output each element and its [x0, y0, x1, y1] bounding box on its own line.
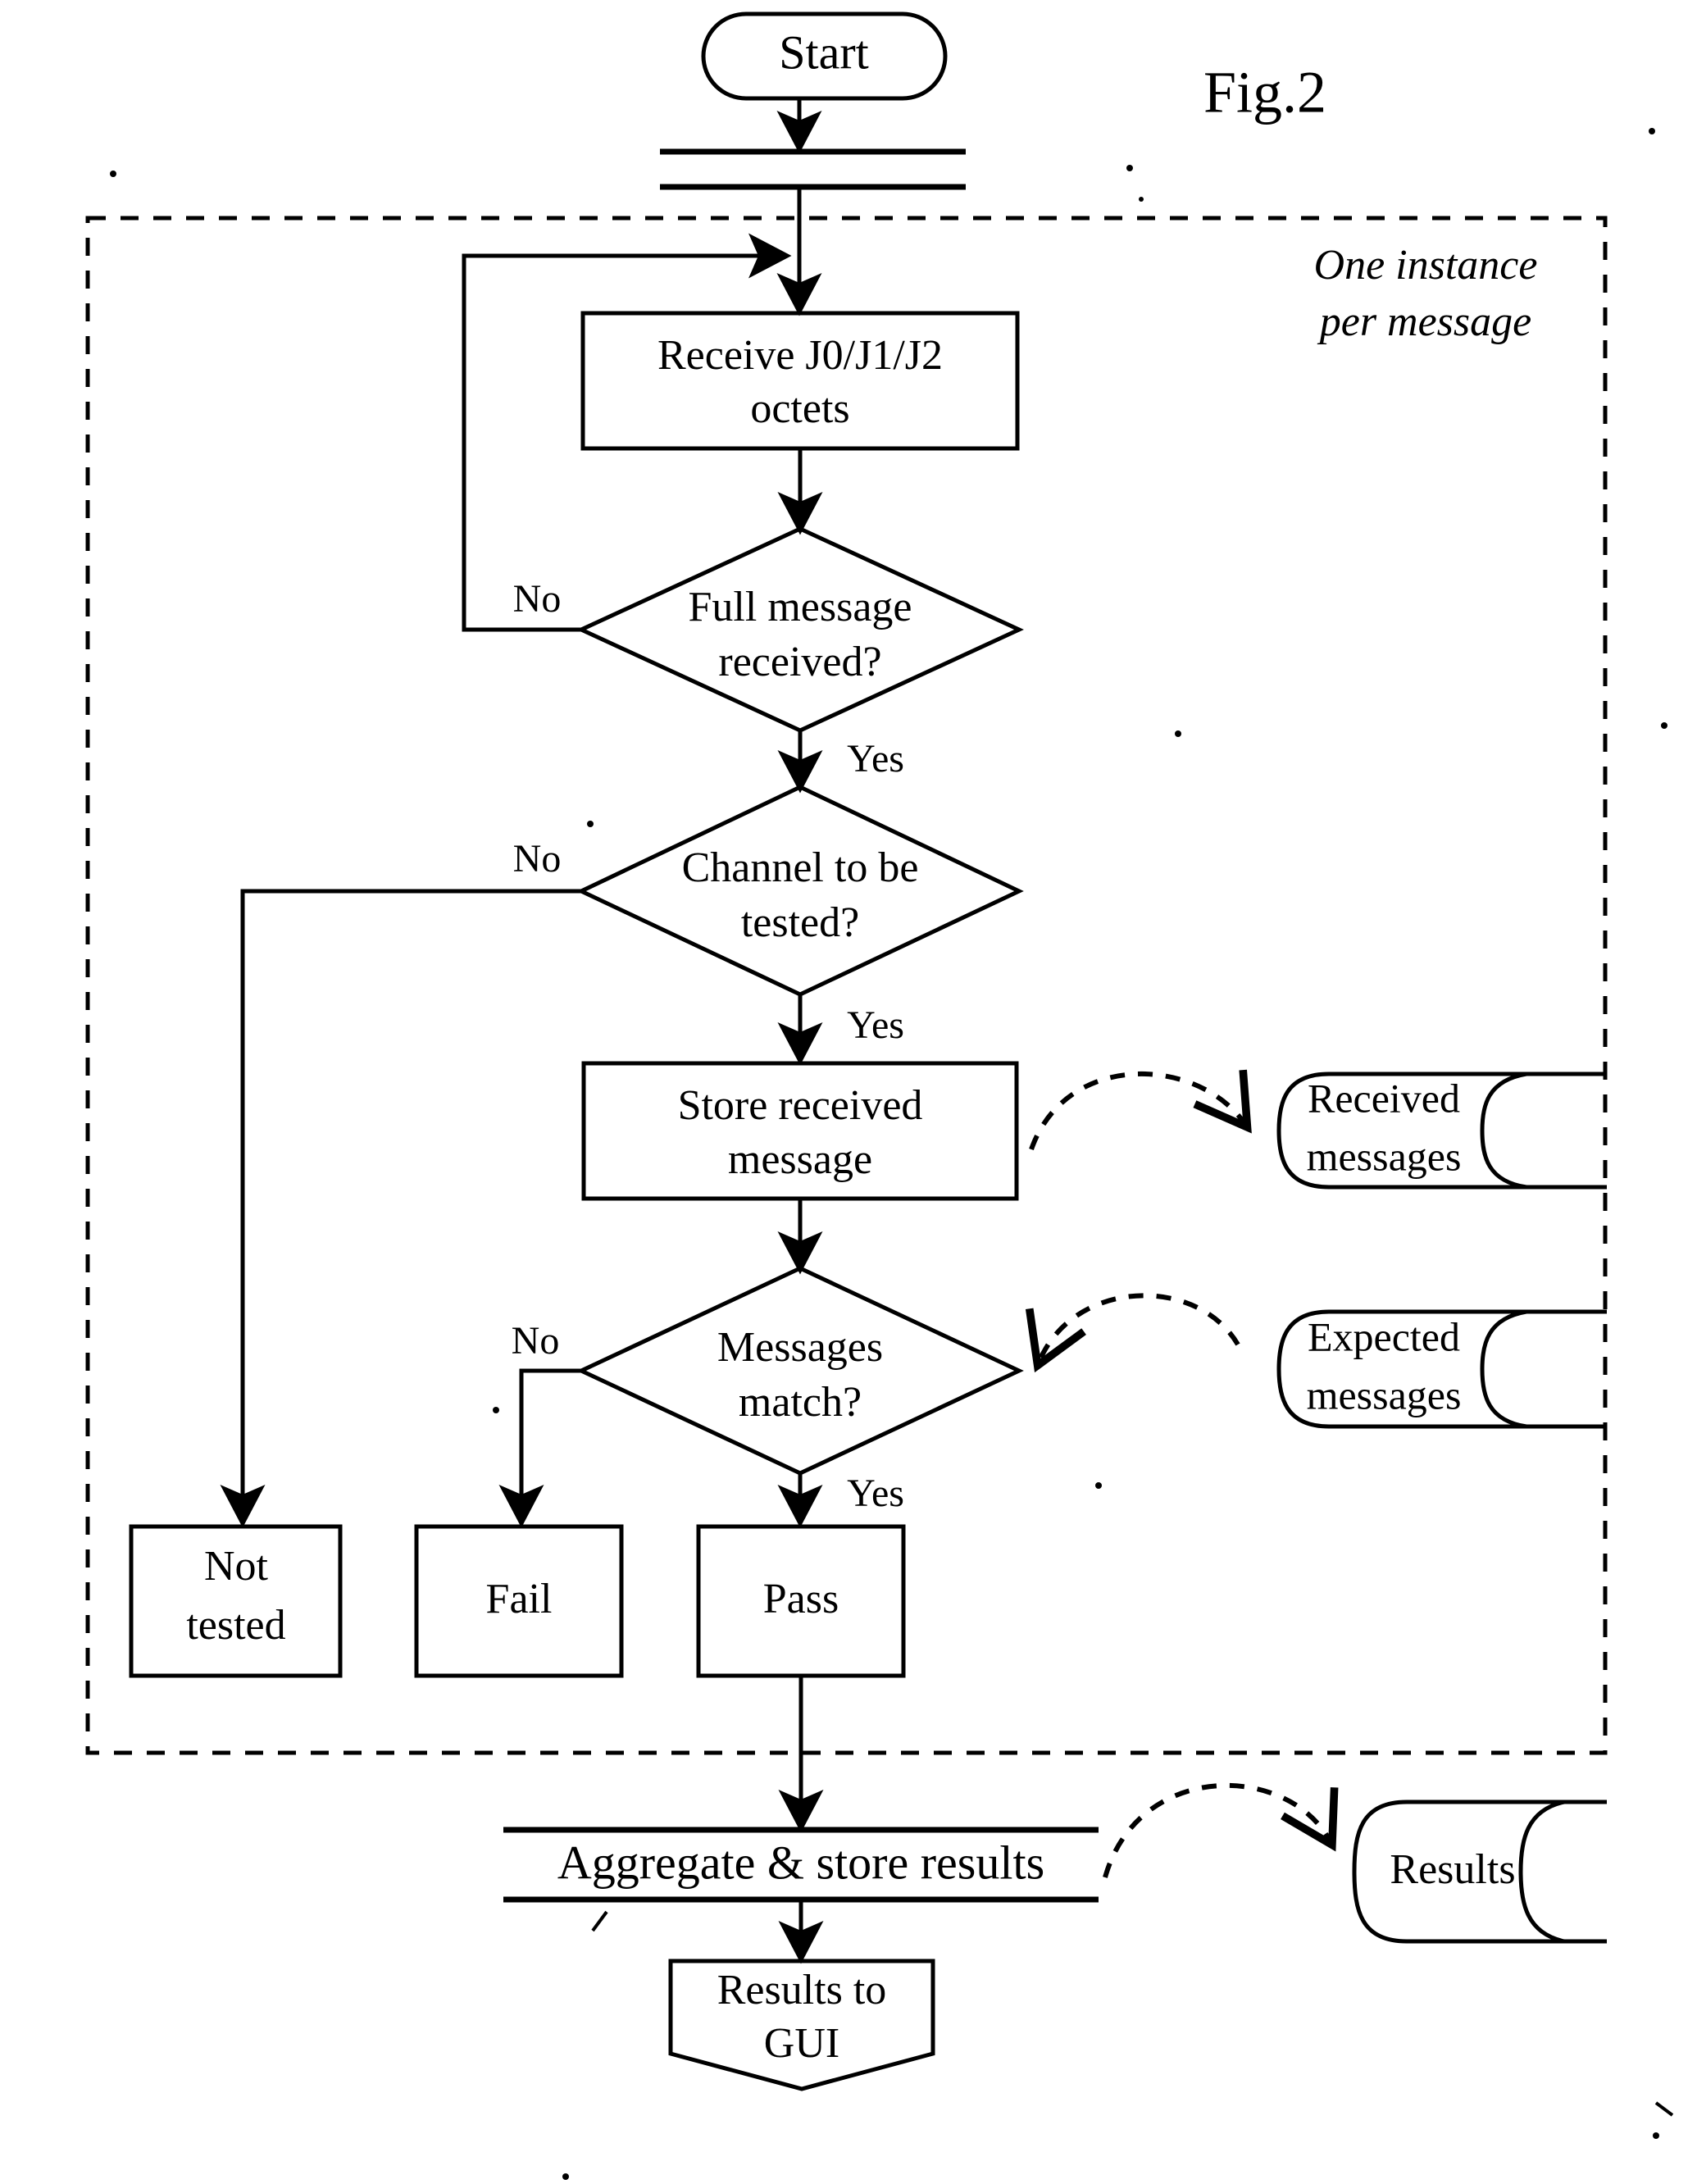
receive-octets-label-line1: Receive J0/J1/J2 — [657, 332, 943, 379]
received-messages-label-line1: Received — [1308, 1075, 1460, 1121]
store-message-label-line2: message — [728, 1136, 872, 1183]
edge-label-full-message-yes: Yes — [847, 737, 904, 780]
not-tested-label-line1: Not — [204, 1543, 269, 1590]
scan-speck — [1661, 722, 1667, 729]
expected-messages-label-line2: messages — [1307, 1372, 1462, 1417]
scan-speck — [493, 1407, 499, 1413]
scan-speck — [110, 171, 116, 177]
aggregate-results-label: Aggregate & store results — [557, 1836, 1044, 1889]
edge-label-match-yes: Yes — [847, 1472, 904, 1515]
edge-channel-no-to-not-tested — [220, 889, 581, 1528]
dataflow-aggregate-to-results — [1103, 1783, 1339, 1878]
channel-tested-label-line2: tested? — [741, 899, 859, 946]
figure-label: Fig.2 — [1203, 60, 1326, 125]
channel-tested-label-line1: Channel to be — [682, 844, 919, 891]
store-message-label-line1: Store received — [678, 1082, 923, 1129]
scan-speck — [1175, 730, 1181, 737]
scan-speck — [1139, 197, 1144, 202]
dataflow-expected-messages-to-match — [1026, 1293, 1240, 1373]
fail-label: Fail — [486, 1576, 553, 1622]
received-messages-label-line2: messages — [1307, 1133, 1462, 1179]
start-label: Start — [779, 25, 869, 79]
edge-label-full-message-no: No — [513, 577, 562, 621]
region-note-line1: One instance — [1314, 242, 1538, 289]
flowchart-diagram: Receive J0/J1/J2 octets Full message rec… — [85, 11, 1674, 2180]
scan-artifact-tick — [591, 1910, 608, 1932]
messages-match-label-line1: Messages — [717, 1324, 883, 1371]
figure-page: Receive J0/J1/J2 octets Full message rec… — [0, 0, 1697, 2184]
expected-messages-label-line1: Expected — [1308, 1313, 1460, 1359]
full-message-label-line1: Full message — [689, 584, 912, 630]
receive-octets-label-line2: octets — [750, 385, 849, 432]
edge-match-no-to-fail — [498, 1368, 581, 1528]
edge-label-channel-no: No — [513, 837, 562, 880]
pass-label: Pass — [763, 1576, 839, 1622]
messages-match-label-line2: match? — [739, 1379, 862, 1426]
scan-speck — [562, 2173, 569, 2180]
region-note-line2: per message — [1317, 298, 1532, 345]
results-to-gui-label-line1: Results to — [717, 1967, 887, 2013]
scan-speck — [1126, 165, 1133, 171]
scan-speck — [1653, 2132, 1659, 2139]
edge-label-channel-yes: Yes — [847, 1003, 904, 1047]
messages-match-decision-node — [576, 1266, 1024, 1476]
dataflow-store-to-received-messages — [1029, 1069, 1252, 1150]
scan-artifact-tick — [1654, 2101, 1674, 2117]
scan-speck — [587, 821, 594, 827]
edge-label-match-no: No — [512, 1319, 560, 1363]
scan-speck — [1095, 1482, 1102, 1489]
full-message-label-line2: received? — [718, 639, 881, 685]
not-tested-label-line2: tested — [186, 1602, 285, 1649]
scan-speck — [1649, 128, 1655, 134]
results-to-gui-label-line2: GUI — [764, 2020, 839, 2067]
results-label: Results — [1390, 1846, 1515, 1893]
